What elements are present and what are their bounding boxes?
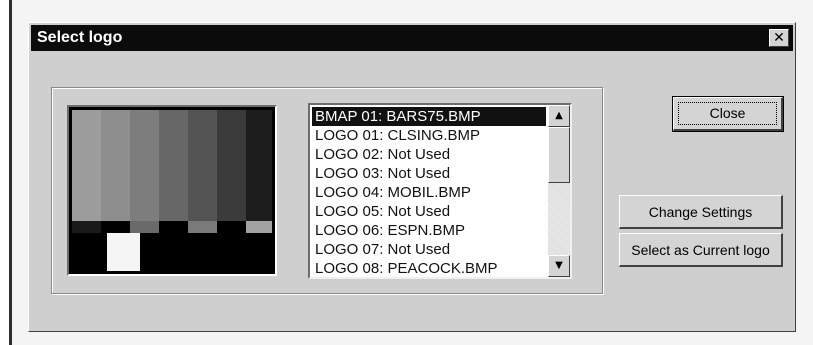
close-button[interactable]: Close — [672, 96, 784, 132]
list-item[interactable]: BMAP 01: BARS75.BMP — [312, 107, 546, 126]
select-as-current-logo-button[interactable]: Select as Current logo — [619, 233, 783, 267]
sub-bar — [130, 221, 160, 233]
list-item[interactable]: LOGO 05: Not Used — [312, 202, 546, 221]
focus-rectangle — [678, 102, 777, 125]
close-icon[interactable]: ✕ — [769, 29, 789, 47]
sub-bar — [246, 221, 272, 233]
title-bar[interactable]: Select logo ✕ — [31, 25, 793, 51]
sub-bar — [188, 221, 218, 233]
list-item[interactable]: LOGO 01: CLSING.BMP — [312, 126, 546, 145]
color-bar — [188, 110, 218, 221]
sub-bar — [72, 221, 102, 233]
color-bar — [130, 110, 160, 221]
color-bar — [72, 110, 102, 221]
logo-group-box: BMAP 01: BARS75.BMP LOGO 01: CLSING.BMP LO… — [51, 87, 603, 294]
dialog-title: Select logo — [37, 29, 123, 46]
white-block — [107, 233, 140, 271]
sub-bar — [101, 221, 131, 233]
list-item[interactable]: LOGO 07: Not Used — [312, 240, 546, 259]
scroll-down-arrow-icon[interactable]: ▼ — [548, 255, 570, 277]
list-item[interactable]: LOGO 03: Not Used — [312, 164, 546, 183]
list-item[interactable]: LOGO 02: Not Used — [312, 145, 546, 164]
sub-bar — [159, 221, 189, 233]
background-edge — [0, 0, 9, 345]
color-bar — [101, 110, 131, 221]
logo-listbox[interactable]: BMAP 01: BARS75.BMP LOGO 01: CLSING.BMP LO… — [308, 103, 572, 279]
list-item[interactable]: LOGO 06: ESPN.BMP — [312, 221, 546, 240]
color-bar — [217, 110, 247, 221]
sub-bar — [217, 221, 247, 233]
list-scrollbar[interactable]: ▲ ▼ — [548, 105, 570, 277]
logo-list: BMAP 01: BARS75.BMP LOGO 01: CLSING.BMP LO… — [312, 107, 546, 275]
window-edge-line — [9, 0, 12, 345]
change-settings-button[interactable]: Change Settings — [619, 195, 783, 229]
logo-preview — [67, 105, 277, 276]
list-item[interactable]: LOGO 08: PEACOCK.BMP — [312, 259, 546, 275]
list-item[interactable]: LOGO 04: MOBIL.BMP — [312, 183, 546, 202]
color-bar — [159, 110, 189, 221]
select-logo-dialog: Select logo ✕ BMAP 01: BARS75.BMP LOGO 01… — [28, 22, 796, 332]
color-bars-image — [72, 110, 272, 271]
scroll-up-arrow-icon[interactable]: ▲ — [548, 105, 570, 127]
scrollbar-thumb[interactable] — [548, 127, 570, 183]
color-bar — [246, 110, 272, 221]
